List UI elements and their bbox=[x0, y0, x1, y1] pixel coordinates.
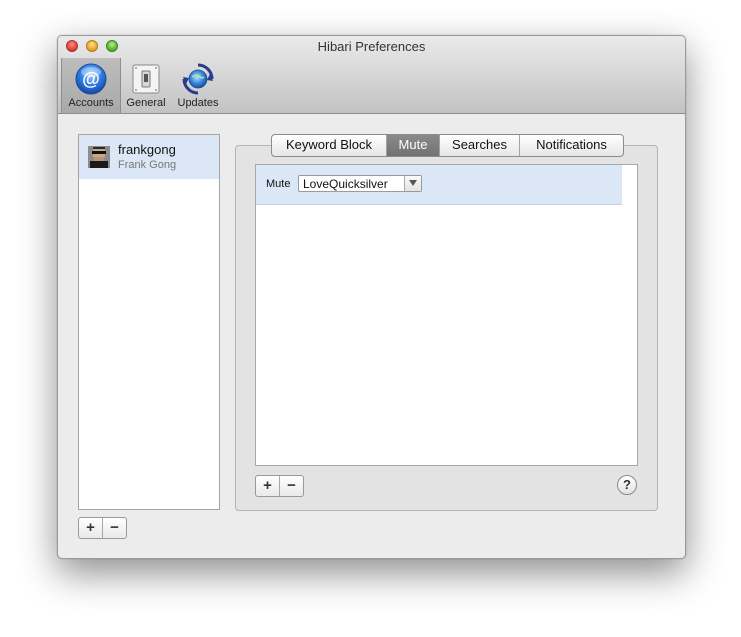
tab-keyword-block[interactable]: Keyword Block bbox=[272, 135, 386, 156]
toolbar-accounts-label: Accounts bbox=[68, 97, 114, 109]
add-account-button[interactable]: + bbox=[79, 518, 102, 538]
account-add-remove: + − bbox=[78, 517, 127, 539]
preferences-window: Hibari Preferences @ Accounts General Up… bbox=[57, 35, 686, 559]
tab-mute[interactable]: Mute bbox=[386, 135, 439, 156]
account-display-name: Frank Gong bbox=[118, 159, 177, 171]
account-username: frankgong bbox=[118, 142, 176, 157]
tab-notifications[interactable]: Notifications bbox=[519, 135, 623, 156]
mute-rule-label: Mute bbox=[266, 178, 291, 190]
remove-account-button[interactable]: − bbox=[102, 518, 126, 538]
remove-mute-button[interactable]: − bbox=[279, 476, 303, 496]
mute-rule-row[interactable]: Mute LoveQuicksilver bbox=[256, 165, 622, 205]
toolbar-general-label: General bbox=[126, 97, 166, 109]
titlebar: Hibari Preferences @ Accounts General Up… bbox=[58, 36, 685, 114]
mute-rules-table[interactable]: Mute LoveQuicksilver bbox=[255, 164, 638, 466]
help-button[interactable]: ? bbox=[617, 475, 637, 495]
sync-globe-icon bbox=[182, 63, 214, 95]
accounts-list[interactable]: frankgong Frank Gong bbox=[78, 134, 220, 510]
window-title: Hibari Preferences bbox=[317, 39, 426, 54]
svg-text:@: @ bbox=[82, 69, 100, 89]
select-arrow[interactable] bbox=[404, 176, 421, 191]
mute-add-remove: + − bbox=[255, 475, 304, 497]
avatar bbox=[88, 146, 110, 168]
tab-bar: Keyword Block Mute Searches Notification… bbox=[271, 134, 624, 157]
mute-account-value: LoveQuicksilver bbox=[303, 177, 388, 191]
tab-searches[interactable]: Searches bbox=[439, 135, 519, 156]
add-mute-button[interactable]: + bbox=[256, 476, 279, 496]
toolbar-general[interactable]: General bbox=[121, 58, 171, 113]
toolbar-accounts[interactable]: @ Accounts bbox=[61, 58, 121, 113]
toolbar-updates-label: Updates bbox=[177, 97, 219, 109]
toolbar-updates[interactable]: Updates bbox=[171, 58, 225, 113]
switch-icon bbox=[132, 64, 160, 94]
triangle-down-icon bbox=[409, 180, 417, 186]
account-row-frankgong[interactable]: frankgong Frank Gong bbox=[79, 135, 219, 179]
at-sign-icon: @ bbox=[75, 63, 107, 95]
mute-account-select[interactable]: LoveQuicksilver bbox=[298, 175, 422, 192]
